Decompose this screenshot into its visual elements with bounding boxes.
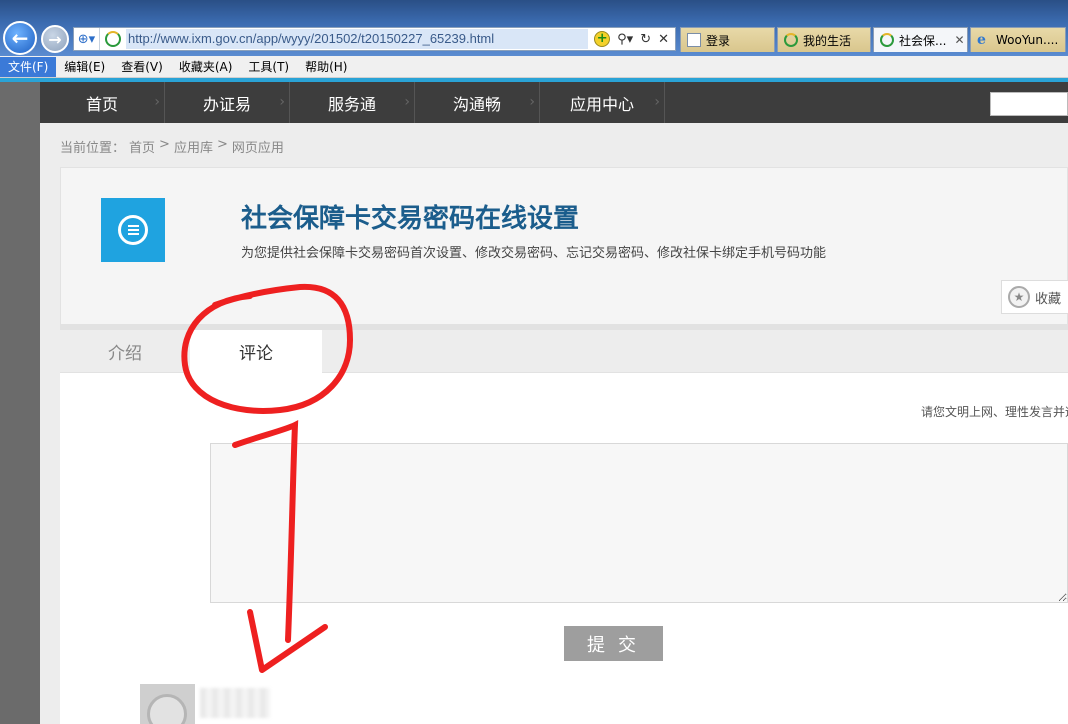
ie-icon: e [977, 32, 986, 48]
tab-label: WooYun.... [996, 33, 1059, 47]
menu-favorites[interactable]: 收藏夹(A) [171, 57, 241, 77]
favorite-button[interactable]: ★ 收藏 [1001, 280, 1068, 314]
nav-home[interactable]: 首页 › [40, 82, 165, 123]
tab-label: 我的生活 [803, 33, 852, 48]
app-header-card: 社会保障卡交易密码在线设置 为您提供社会保障卡交易密码首次设置、修改交易密码、忘… [60, 167, 1068, 326]
nav-certificates[interactable]: 办证易 › [165, 82, 290, 123]
menu-tools[interactable]: 工具(T) [240, 57, 297, 77]
chevron-right-icon: › [279, 94, 285, 110]
search-icon[interactable]: ⚲▾ [617, 32, 633, 47]
refresh-icon[interactable]: ↻ [640, 32, 651, 47]
tab-intro[interactable]: 介绍 [60, 330, 190, 373]
close-tab-icon[interactable]: ✕ [954, 33, 964, 47]
star-icon: ★ [1008, 286, 1030, 308]
site-favicon-icon [784, 33, 798, 47]
tab-label: 登录 [706, 33, 731, 48]
document-icon [118, 215, 148, 245]
nav-services[interactable]: 服务通 › [290, 82, 415, 123]
breadcrumb-web-apps[interactable]: 网页应用 [232, 137, 284, 156]
nav-label: 服务通 [327, 94, 376, 114]
browser-tab-wooyun[interactable]: e WooYun.... [970, 27, 1066, 52]
arrow-left-icon: ← [11, 26, 29, 50]
breadcrumb-separator: > [216, 137, 228, 152]
blurred-username [200, 688, 270, 718]
nav-app-center[interactable]: 应用中心 › [540, 82, 665, 123]
menu-view[interactable]: 查看(V) [113, 57, 171, 77]
add-favorite-icon[interactable]: + [594, 31, 611, 47]
favorite-label: 收藏 [1035, 291, 1062, 307]
avatar [140, 684, 195, 724]
comment-panel: 请您文明上网、理性发言并遵 提 交 [60, 373, 1068, 724]
chevron-right-icon: › [654, 94, 660, 110]
browser-tab-social-security[interactable]: 社会保... ✕ [873, 27, 968, 52]
tab-comment[interactable]: 评论 [190, 330, 322, 373]
app-title: 社会保障卡交易密码在线设置 [241, 204, 580, 234]
compatibility-icon[interactable]: ⊕▾ [74, 28, 100, 50]
menu-help[interactable]: 帮助(H) [297, 57, 355, 77]
submit-button[interactable]: 提 交 [564, 626, 663, 661]
nav-label: 沟通畅 [452, 94, 501, 114]
site-favicon-icon [880, 33, 894, 47]
chevron-right-icon: › [404, 94, 410, 110]
content-tabs: 介绍 评论 [60, 330, 1068, 373]
forward-button[interactable]: → [41, 25, 69, 53]
arrow-right-icon: → [48, 29, 62, 49]
site-favicon-icon [105, 31, 121, 47]
nav-label: 首页 [85, 94, 118, 114]
breadcrumb: 当前位置： 首页 > 应用库 > 网页应用 [60, 137, 284, 156]
comment-textarea[interactable] [210, 443, 1068, 603]
stop-icon[interactable]: ✕ [658, 32, 669, 47]
document-icon [687, 33, 701, 47]
comment-notice: 请您文明上网、理性发言并遵 [921, 405, 1068, 419]
browser-tab-mylife[interactable]: 我的生活 [777, 27, 871, 52]
address-bar[interactable]: ⊕▾ http://www.ixm.gov.cn/app/wyyy/201502… [73, 27, 676, 51]
browser-tabs: 登录 我的生活 社会保... ✕ e WooYun.... [680, 27, 1068, 52]
menu-edit[interactable]: 编辑(E) [56, 57, 113, 77]
chevron-right-icon: › [529, 94, 535, 110]
app-icon [101, 198, 165, 262]
tab-label: 社会保... [899, 33, 947, 48]
breadcrumb-separator: > [159, 137, 170, 152]
user-icon [147, 694, 187, 724]
menu-bar: 文件(F) 编辑(E) 查看(V) 收藏夹(A) 工具(T) 帮助(H) [0, 56, 1068, 78]
url-text[interactable]: http://www.ixm.gov.cn/app/wyyy/201502/t2… [126, 29, 589, 49]
breadcrumb-prefix: 当前位置： [60, 141, 126, 156]
menu-file[interactable]: 文件(F) [0, 56, 57, 77]
chevron-right-icon: › [154, 94, 160, 110]
site-search-input[interactable] [990, 92, 1068, 116]
back-button[interactable]: ← [3, 21, 37, 55]
breadcrumb-home[interactable]: 首页 [129, 137, 155, 156]
breadcrumb-app-library[interactable]: 应用库 [174, 137, 213, 156]
site-nav: 首页 › 办证易 › 服务通 › 沟通畅 › 应用中心 › [40, 82, 1068, 123]
browser-tab-login[interactable]: 登录 [680, 27, 775, 52]
app-description: 为您提供社会保障卡交易密码首次设置、修改交易密码、忘记交易密码、修改社保卡绑定手… [241, 246, 827, 261]
nav-label: 办证易 [202, 94, 251, 114]
nav-communication[interactable]: 沟通畅 › [415, 82, 540, 123]
nav-label: 应用中心 [569, 94, 634, 114]
web-page: 首页 › 办证易 › 服务通 › 沟通畅 › 应用中心 › 当前位置： 首页 > 应用库 … [40, 82, 1068, 724]
